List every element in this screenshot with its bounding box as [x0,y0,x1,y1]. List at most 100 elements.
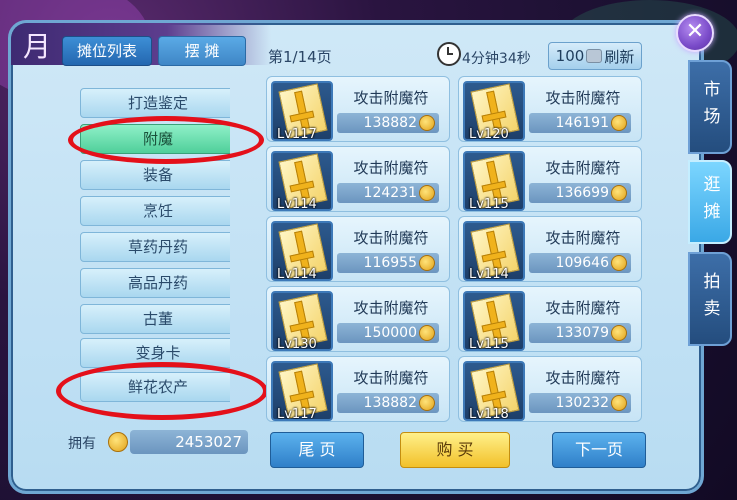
enchant-scroll-icon: Lv118 [463,361,525,421]
refresh-cost: 100 [555,47,585,65]
side-tab-auction[interactable]: 拍卖 [688,252,732,346]
item-price: 138882 [337,113,439,133]
category-item[interactable]: 古董 [80,304,230,334]
item-name: 攻击附魔符 [353,89,429,107]
refresh-label: 刷新 [604,47,635,66]
item-grid: Lv117 攻击附魔符 138882 Lv120 攻击附魔符 146191 Lv114 攻击附… [262,72,650,432]
side-tab-market[interactable]: 市场 [688,60,732,154]
highlight-circle [68,116,264,164]
category-item[interactable]: 高品丹药 [80,268,230,298]
next-page-button[interactable]: 下一页 [552,432,646,468]
item-card[interactable]: Lv130 攻击附魔符 150000 [266,286,450,352]
item-level: Lv115 [469,337,509,351]
item-card[interactable]: Lv115 攻击附魔符 136699 [458,146,642,212]
item-price-value: 109646 [555,255,609,271]
silver-icon [586,49,603,63]
item-name: 攻击附魔符 [545,89,621,107]
item-name: 攻击附魔符 [545,299,621,317]
item-card[interactable]: Lv118 攻击附魔符 130232 [458,356,642,422]
item-name: 攻击附魔符 [545,159,621,177]
wallet-label: 拥有 [68,436,96,452]
title-decoration: 月 [23,30,52,63]
refresh-timer: 4分钟34秒 [462,51,531,67]
item-price: 109646 [529,253,631,273]
coin-icon [611,395,627,411]
category-item[interactable]: 烹饪 [80,196,230,226]
item-card[interactable]: Lv114 攻击附魔符 109646 [458,216,642,282]
refresh-button[interactable]: 100 刷新 [548,42,642,70]
item-price: 116955 [337,253,439,273]
item-level: Lv114 [277,197,317,211]
category-item[interactable]: 装备 [80,160,230,190]
coin-icon [108,432,128,452]
item-price: 136699 [529,183,631,203]
item-level: Lv115 [469,197,509,211]
item-level: Lv117 [277,407,317,421]
item-price-value: 124231 [363,185,417,201]
item-price: 133079 [529,323,631,343]
coin-icon [611,115,627,131]
page-indicator: 第1/14页 [268,48,332,66]
item-price-value: 146191 [555,115,609,131]
coin-icon [419,185,435,201]
enchant-scroll-icon: Lv130 [271,291,333,351]
coin-icon [419,115,435,131]
item-price-value: 150000 [363,325,417,341]
item-card[interactable]: Lv114 攻击附魔符 116955 [266,216,450,282]
item-level: Lv118 [469,407,509,421]
tab-set-stall[interactable]: 摆 摊 [158,36,246,66]
item-level: Lv117 [277,127,317,141]
coin-icon [419,325,435,341]
enchant-scroll-icon: Lv120 [463,81,525,141]
category-item[interactable]: 打造鉴定 [80,88,230,118]
item-name: 攻击附魔符 [545,369,621,387]
item-level: Lv114 [469,267,509,281]
tab-stall-list[interactable]: 摊位列表 [62,36,152,66]
item-name: 攻击附魔符 [353,369,429,387]
item-price-value: 130232 [555,395,609,411]
item-price-value: 136699 [555,185,609,201]
item-card[interactable]: Lv115 攻击附魔符 133079 [458,286,642,352]
item-name: 攻击附魔符 [353,159,429,177]
coin-icon [611,325,627,341]
enchant-scroll-icon: Lv117 [271,81,333,141]
coin-icon [611,255,627,271]
buy-button[interactable]: 购 买 [400,432,510,468]
wallet-amount: 2453027 [130,430,248,454]
enchant-scroll-icon: Lv114 [463,221,525,281]
item-name: 攻击附魔符 [353,229,429,247]
coin-icon [611,185,627,201]
coin-icon [419,255,435,271]
category-item[interactable]: 草药丹药 [80,232,230,262]
item-card[interactable]: Lv117 攻击附魔符 138882 [266,356,450,422]
item-card[interactable]: Lv120 攻击附魔符 146191 [458,76,642,142]
highlight-circle [56,362,268,420]
item-name: 攻击附魔符 [353,299,429,317]
item-card[interactable]: Lv117 攻击附魔符 138882 [266,76,450,142]
item-price: 138882 [337,393,439,413]
enchant-scroll-icon: Lv115 [463,151,525,211]
item-name: 攻击附魔符 [545,229,621,247]
item-level: Lv114 [277,267,317,281]
side-tab-stall[interactable]: 逛摊 [688,160,732,244]
item-price-value: 138882 [363,395,417,411]
item-price: 124231 [337,183,439,203]
item-level: Lv120 [469,127,509,141]
item-price-value: 116955 [363,255,417,271]
item-price: 130232 [529,393,631,413]
enchant-scroll-icon: Lv114 [271,151,333,211]
clock-icon [437,42,461,66]
enchant-scroll-icon: Lv114 [271,221,333,281]
enchant-scroll-icon: Lv117 [271,361,333,421]
item-price-value: 138882 [363,115,417,131]
item-card[interactable]: Lv114 攻击附魔符 124231 [266,146,450,212]
coin-icon [419,395,435,411]
item-price: 150000 [337,323,439,343]
last-page-button[interactable]: 尾 页 [270,432,364,468]
close-button[interactable]: ✕ [676,14,714,52]
item-price-value: 133079 [555,325,609,341]
close-icon: ✕ [685,19,705,44]
item-price: 146191 [529,113,631,133]
item-level: Lv130 [277,337,317,351]
enchant-scroll-icon: Lv115 [463,291,525,351]
